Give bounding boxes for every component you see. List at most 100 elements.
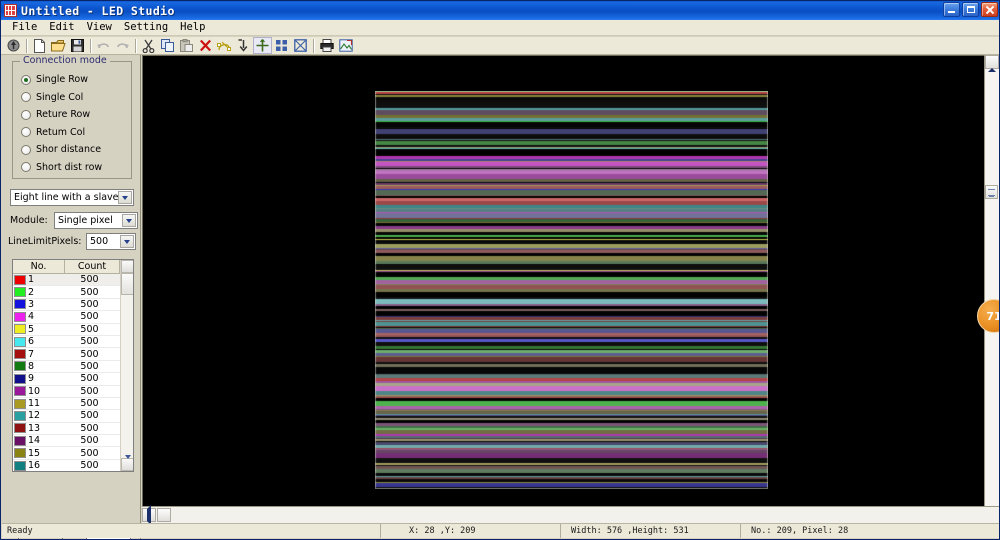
cell-count: 500 (80, 274, 99, 286)
canvas-vscrollbar[interactable] (984, 55, 999, 507)
cell-no: 9 (28, 373, 35, 385)
save-icon[interactable] (68, 37, 87, 54)
table-row[interactable]: 5 500 (13, 324, 133, 336)
radio-retum-col[interactable]: Retum Col (13, 124, 131, 142)
cell-no: 6 (28, 336, 35, 348)
download-icon[interactable] (234, 37, 253, 54)
export-icon[interactable] (336, 37, 355, 54)
color-swatch[interactable] (14, 460, 26, 471)
maximize-button[interactable] (962, 2, 979, 17)
print-icon[interactable] (317, 37, 336, 54)
delete-icon[interactable] (196, 37, 215, 54)
radio-label: Reture Row (36, 109, 91, 121)
canvas-scroll-up-button[interactable] (985, 55, 999, 69)
radio-shor-distance[interactable]: Shor distance (13, 141, 131, 159)
linelimit-select[interactable]: 500 (86, 233, 136, 250)
color-swatch[interactable] (14, 361, 26, 372)
copy-icon[interactable] (158, 37, 177, 54)
color-swatch[interactable] (14, 423, 26, 434)
menu-view[interactable]: View (81, 20, 118, 35)
radio-label: Single Col (36, 91, 84, 103)
open-icon[interactable] (49, 37, 68, 54)
column-header-no[interactable]: No. (13, 260, 65, 273)
table-header: No. Count (13, 260, 133, 274)
table-row[interactable]: 16 500 (13, 460, 133, 471)
line-mode-value: Eight line with a slave (14, 192, 119, 203)
line-mode-select[interactable]: Eight line with a slave (10, 189, 134, 206)
table-row[interactable]: 13 500 (13, 422, 133, 436)
status-pixel: No.: 209, Pixel: 28 (740, 524, 999, 538)
close-button[interactable] (981, 2, 998, 17)
color-swatch[interactable] (14, 324, 26, 335)
table-row[interactable]: 11 500 (13, 398, 133, 411)
color-swatch[interactable] (14, 336, 26, 347)
color-swatch[interactable] (14, 386, 26, 397)
cell-no: 3 (28, 298, 35, 310)
radio-single-col[interactable]: Single Col (13, 89, 131, 107)
canvas-scroll-left-button[interactable] (142, 508, 156, 522)
color-swatch[interactable] (14, 410, 26, 421)
chevron-down-icon[interactable] (122, 214, 136, 227)
cell-count: 500 (80, 398, 99, 410)
minimize-button[interactable] (943, 2, 960, 17)
table-row[interactable]: 10 500 (13, 386, 133, 398)
crosshair-icon[interactable] (253, 37, 272, 54)
menu-file[interactable]: File (6, 20, 43, 35)
radio-label: Single Row (36, 74, 88, 86)
table-scrollbar[interactable] (120, 260, 133, 471)
cell-count: 500 (80, 422, 99, 434)
scroll-down-button[interactable] (121, 458, 133, 471)
table-row[interactable]: 14 500 (13, 435, 133, 448)
table-row[interactable]: 9 500 (13, 373, 133, 386)
grid-icon[interactable] (272, 37, 291, 54)
module-row: Module: Single pixel (10, 212, 138, 229)
color-swatch[interactable] (14, 299, 26, 310)
cut-icon[interactable] (139, 37, 158, 54)
menu-edit[interactable]: Edit (43, 20, 80, 35)
cell-no: 8 (28, 360, 35, 372)
table-row[interactable]: 1 500 (13, 274, 133, 287)
radio-reture-row[interactable]: Reture Row (13, 106, 131, 124)
canvas-vscroll-thumb[interactable] (985, 185, 998, 199)
linelimit-value: 500 (90, 236, 109, 247)
color-swatch[interactable] (14, 448, 26, 459)
scroll-thumb[interactable] (121, 273, 133, 295)
table-row[interactable]: 12 500 (13, 410, 133, 423)
canvas-hscrollbar[interactable] (142, 506, 999, 523)
table-row[interactable]: 2 500 (13, 286, 133, 299)
menu-help[interactable]: Help (174, 20, 211, 35)
chevron-down-icon[interactable] (118, 191, 132, 204)
chevron-down-icon[interactable] (120, 235, 134, 248)
boxcross-icon[interactable] (291, 37, 310, 54)
table-row[interactable]: 8 500 (13, 360, 133, 374)
new-icon[interactable] (30, 37, 49, 54)
table-row[interactable]: 6 500 (13, 336, 133, 349)
color-swatch[interactable] (14, 373, 26, 384)
module-select[interactable]: Single pixel (54, 212, 138, 229)
color-swatch[interactable] (14, 311, 26, 322)
target-icon[interactable] (4, 37, 23, 54)
table-row[interactable]: 4 500 (13, 311, 133, 324)
paste-icon (177, 37, 196, 54)
pixel-count-table[interactable]: No. Count 1 500 2 500 3 500 4 500 5 500 6 500 7 500 8 5… (12, 259, 134, 472)
cell-no: 1 (28, 274, 35, 286)
color-swatch[interactable] (14, 274, 26, 285)
column-header-count[interactable]: Count (65, 260, 120, 273)
led-preview-canvas[interactable] (375, 91, 768, 489)
color-swatch[interactable] (14, 398, 26, 409)
radio-short-dist-row[interactable]: Short dist row (13, 159, 131, 177)
table-row[interactable]: 7 500 (13, 348, 133, 361)
table-row[interactable]: 3 500 (13, 298, 133, 312)
color-swatch[interactable] (14, 349, 26, 360)
connection-mode-title: Connection mode (20, 55, 110, 66)
menu-bar: File Edit View Setting Help (1, 20, 999, 36)
color-swatch[interactable] (14, 287, 26, 298)
shape-icon[interactable] (215, 37, 234, 54)
canvas-hscroll-thumb[interactable] (157, 508, 171, 522)
scroll-up-button[interactable] (121, 260, 133, 273)
radio-single-row[interactable]: Single Row (13, 71, 131, 89)
table-row[interactable]: 15 500 (13, 447, 133, 460)
color-swatch[interactable] (14, 435, 26, 446)
menu-setting[interactable]: Setting (118, 20, 174, 35)
canvas-area[interactable] (142, 55, 999, 507)
